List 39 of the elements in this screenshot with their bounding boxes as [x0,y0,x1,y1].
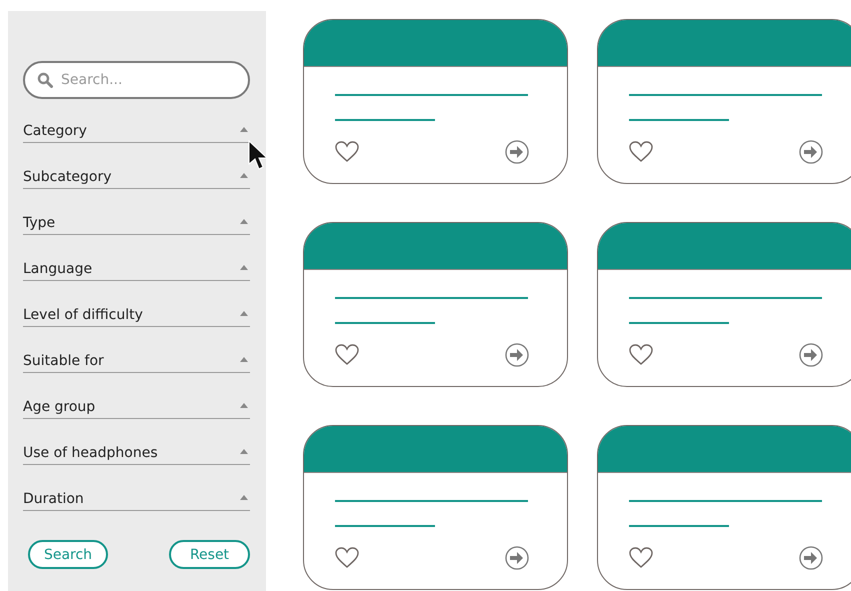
caret-icon [240,403,248,408]
caret-icon [240,173,248,178]
arrow-circle-icon[interactable] [505,546,529,570]
caret-icon [240,495,248,500]
reset-button[interactable]: Reset [169,540,250,569]
caret-icon [240,311,248,316]
arrow-circle-icon[interactable] [799,546,823,570]
filter-dropdown[interactable]: Duration [23,488,250,511]
caret-icon [240,449,248,454]
filter-dropdown[interactable]: Type [23,212,250,235]
arrow-circle-icon[interactable] [799,140,823,164]
caret-icon [240,219,248,224]
filter-dropdown[interactable]: Category [23,120,250,143]
filter-dropdown[interactable]: Language [23,258,250,281]
card[interactable] [303,222,568,387]
arrow-circle-icon[interactable] [799,343,823,367]
heart-icon[interactable] [335,344,359,366]
filter-dropdown[interactable]: Level of difficulty [23,304,250,327]
filter-dropdown[interactable]: Use of headphones [23,442,250,465]
caret-icon [240,127,248,132]
search-field[interactable]: Search... [23,61,250,99]
search-button[interactable]: Search [28,540,108,569]
card[interactable] [597,425,851,590]
arrow-circle-icon[interactable] [505,343,529,367]
caret-icon [240,357,248,362]
heart-icon[interactable] [629,141,653,163]
card[interactable] [597,19,851,184]
heart-icon[interactable] [335,141,359,163]
heart-icon[interactable] [629,547,653,569]
card[interactable] [303,19,568,184]
heart-icon[interactable] [629,344,653,366]
filter-dropdown[interactable]: Suitable for [23,350,250,373]
arrow-circle-icon[interactable] [505,140,529,164]
card[interactable] [597,222,851,387]
caret-icon [240,265,248,270]
filter-dropdown[interactable]: Subcategory [23,166,250,189]
filter-dropdown[interactable]: Age group [23,396,250,419]
card[interactable] [303,425,568,590]
heart-icon[interactable] [335,547,359,569]
